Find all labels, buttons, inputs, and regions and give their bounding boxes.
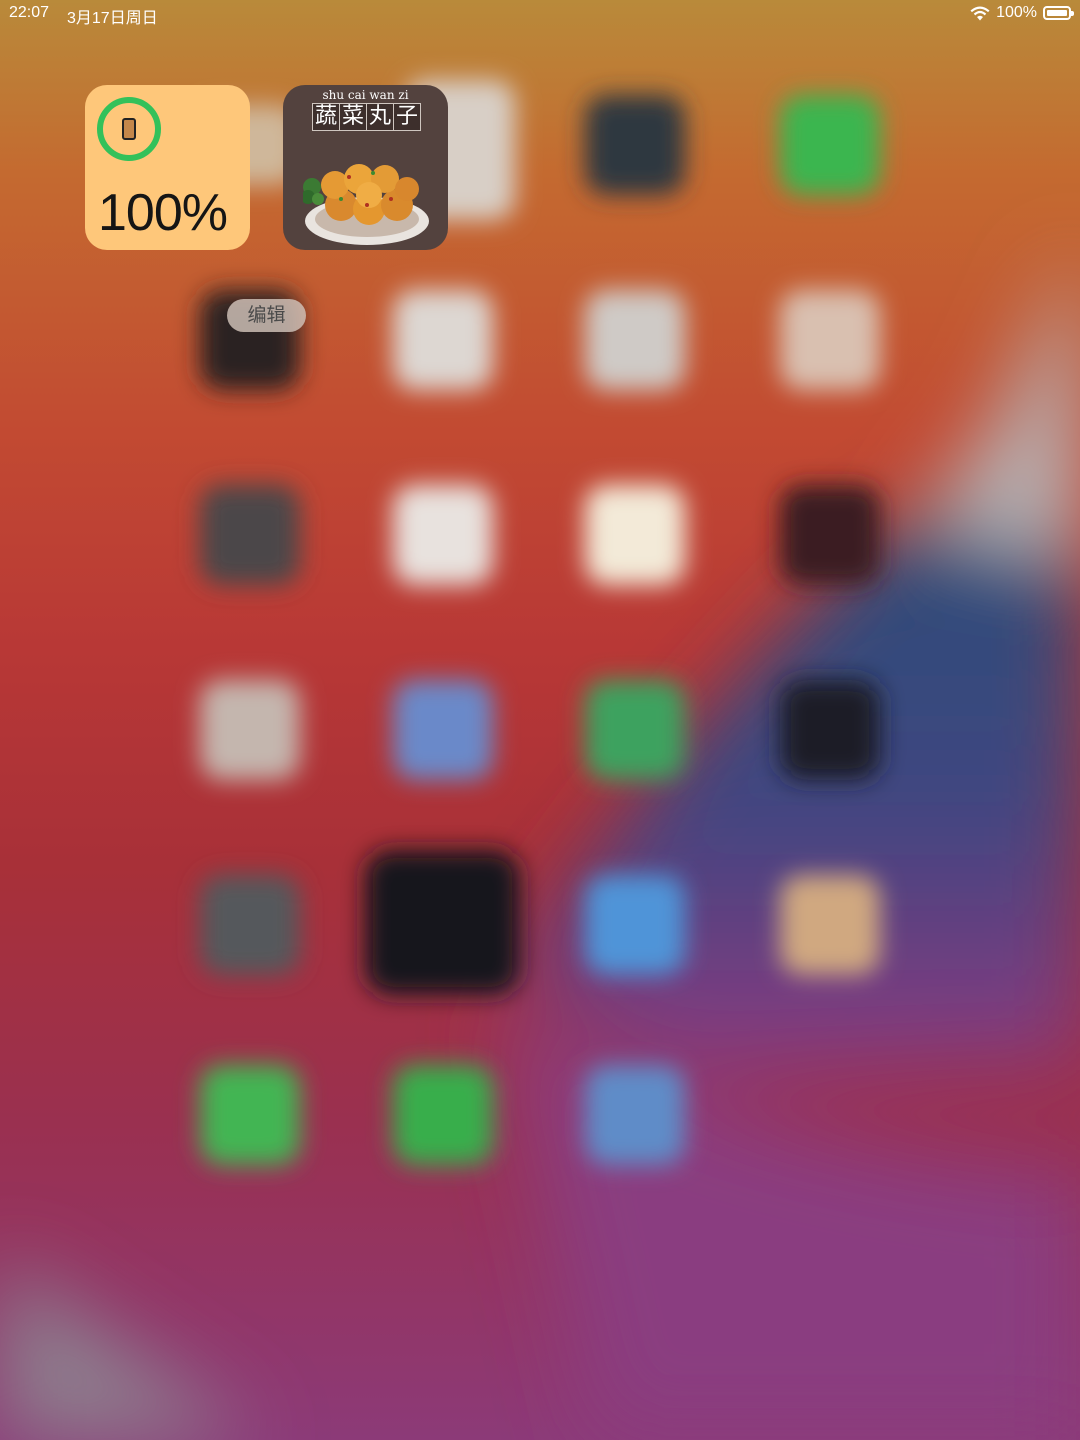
status-date: 3月17日周日 [67, 10, 158, 27]
battery-widget[interactable]: 100% [85, 85, 250, 250]
hanzi-char: 子 [393, 103, 421, 131]
edit-button[interactable]: 编辑 [227, 299, 306, 332]
wifi-icon [970, 6, 990, 20]
hanzi-char: 丸 [366, 103, 394, 131]
food-photo-widget[interactable]: shu cai wan zi 蔬 菜 丸 子 [283, 85, 448, 250]
pinyin-caption: shu cai wan zi [322, 88, 409, 102]
status-time: 22:07 [9, 4, 50, 21]
battery-widget-percent: 100% [98, 184, 228, 242]
hanzi-char: 菜 [339, 103, 367, 131]
status-right: 100% [970, 4, 1074, 22]
vegetable-balls-image [303, 164, 429, 245]
status-bar: 22:07 3月17日周日 100% [0, 0, 1080, 28]
battery-percent: 100% [996, 4, 1037, 21]
battery-ring [97, 97, 161, 161]
hanzi-char: 蔬 [312, 103, 340, 131]
ipad-icon [122, 118, 136, 140]
hanzi-title: 蔬 菜 丸 子 [312, 103, 421, 131]
battery-icon [1043, 6, 1074, 20]
